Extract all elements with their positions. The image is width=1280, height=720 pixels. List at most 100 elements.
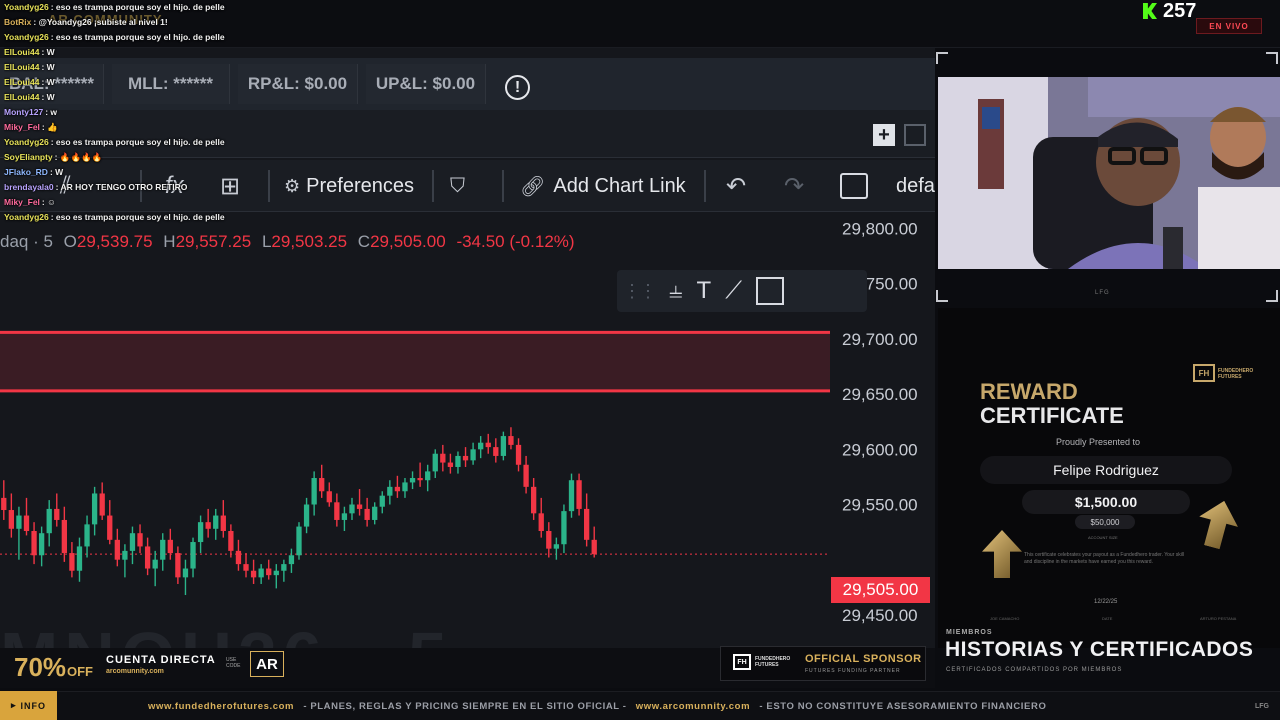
ticker-text-2: - ESTO NO CONSTITUYE ASESORAMIENTO FINAN… [759,701,1047,712]
warning-icon[interactable]: ! [505,75,530,100]
chat-username[interactable]: Yoandyg26 [4,32,49,42]
sponsor-title: OFFICIAL SPONSOR [805,653,922,665]
drag-handle-icon[interactable]: ⋮⋮ [623,281,657,302]
chat-message: Yoandyg26: eso es trampa porque soy el h… [4,0,384,15]
candle-body [455,455,461,467]
candle-body [432,453,438,472]
upl-stat: UP&L: $0.00 [366,64,486,104]
candle-body [137,533,143,547]
candle-body [447,462,454,467]
cert-title: REWARD CERTIFICATE [980,380,1124,428]
candle-body [591,539,597,555]
chat-username[interactable]: Miky_Fel [4,197,40,207]
candle-body [523,464,529,487]
candle-body [273,570,279,576]
candle-body [462,455,469,461]
add-chart-link-button[interactable]: 🔗︎ Add Chart Link [520,160,686,212]
candle-body [303,504,310,527]
cert-title-certificate: CERTIFICATE [980,403,1124,428]
reward-certificate: FH FUNDEDHERO FUTURES REWARD CERTIFICATE… [938,308,1280,648]
chat-message: ElLoui44: W [4,60,384,75]
shield-icon[interactable]: ⛉ [450,160,465,212]
text-tool-icon[interactable]: T [697,277,712,305]
redo-icon[interactable]: ↷ [784,160,804,212]
chat-text: ☺ [47,197,56,207]
candle-body [1,497,7,511]
chat-username[interactable]: ElLoui44 [4,47,39,57]
candle-body [583,508,590,540]
price-chart[interactable]: 29,800.00 29,750.00 29,700.00 29,650.00 29,6… [0,212,935,648]
add-panel-button[interactable]: + [873,124,895,146]
chat-username[interactable]: brendayala0 [4,182,54,192]
undo-icon[interactable]: ↶ [726,160,746,212]
candle-body [31,530,37,556]
cert-date: 12/22/25 [1094,599,1118,605]
chat-username[interactable]: BotRix [4,17,31,27]
fib-tool-icon[interactable]: ⫨ [669,277,683,305]
y-axis-tick-label: 29,800.00 [842,220,918,239]
chat-username[interactable]: ElLoui44 [4,92,39,102]
webcam-image [938,77,1280,269]
candle-body [54,508,60,520]
toolbar-divider [432,170,434,202]
frame-corner [936,52,948,64]
chat-text: W [46,92,55,102]
chat-username[interactable]: ElLoui44 [4,77,39,87]
maximize-button[interactable] [904,124,926,146]
chat-username[interactable]: Yoandyg26 [4,137,49,147]
candle-body [190,542,196,569]
candle-body [167,539,173,554]
chat-username[interactable]: Miky_Fel [4,122,40,132]
candle-body [281,564,287,571]
candle-body [160,539,166,560]
signer-right: ARTURO PESTANA [1200,616,1237,621]
arrow-up-icon [1192,496,1243,553]
promo-code: AR [250,651,284,677]
candle-body [144,546,151,569]
candle-body [372,506,378,520]
chat-message: BotRix: @Yoandyg26 ¡subiste al nivel 1! [4,15,384,30]
chat-username[interactable]: ElLoui44 [4,62,39,72]
chat-message: ElLoui44: W [4,45,384,60]
arrow-up-icon [982,530,1022,578]
chat-username[interactable]: SoyElianpty [4,152,53,162]
candle-body [61,519,67,554]
chat-text: W [55,167,64,177]
chat-text: W [46,62,55,72]
fullscreen-icon[interactable] [840,160,868,212]
chat-username[interactable]: Monty127 [4,107,43,117]
frame-corner [1266,52,1278,64]
candle-body [425,471,431,481]
promo-percent: 70% [14,652,67,682]
ticker-url-1: www.fundedherofutures.com [148,701,295,712]
info-icon: ▸ [10,700,17,710]
candle-body [576,480,582,509]
line-tool-icon[interactable]: ⟋ [725,277,742,305]
chat-username[interactable]: JFlako_RD [4,167,48,177]
candle-body [46,508,52,534]
chat-username[interactable]: Yoandyg26 [4,2,49,12]
resistance-zone [0,332,830,391]
ohlc-change: -34.50 (-0.12%) [456,232,575,251]
candle-body [288,555,295,565]
chat-message: brendayala0: AR HOY TENGO OTRO RETIRO [4,180,384,195]
chat-text: W [46,47,55,57]
toolbar-divider [502,170,504,202]
candle-body [38,533,45,556]
y-axis-tick-label: 29,650.00 [842,385,918,404]
y-axis-tick-label: 29,550.00 [842,496,918,515]
members-label: MIEMBROS [946,629,993,636]
y-axis-tick-label: 29,450.00 [842,606,918,625]
ticker-text-1: - PLANES, REGLAS Y PRICING SIEMPRE EN EL… [303,701,627,712]
candle-body [561,511,567,545]
chat-message: Yoandyg26: eso es trampa porque soy el h… [4,30,384,45]
chat-message: Yoandyg26: eso es trampa porque soy el h… [4,135,384,150]
info-badge: ▸ INFO [0,691,57,720]
chat-username[interactable]: Yoandyg26 [4,212,49,222]
candle-body [250,570,257,578]
layout-select[interactable]: defa [896,160,935,212]
chat-message: ElLoui44: W [4,90,384,105]
rectangle-tool-icon[interactable] [756,277,785,305]
chat-text: eso es trampa porque soy el hijo. de pel… [55,212,225,222]
chat-text: eso es trampa porque soy el hijo. de pel… [55,137,225,147]
